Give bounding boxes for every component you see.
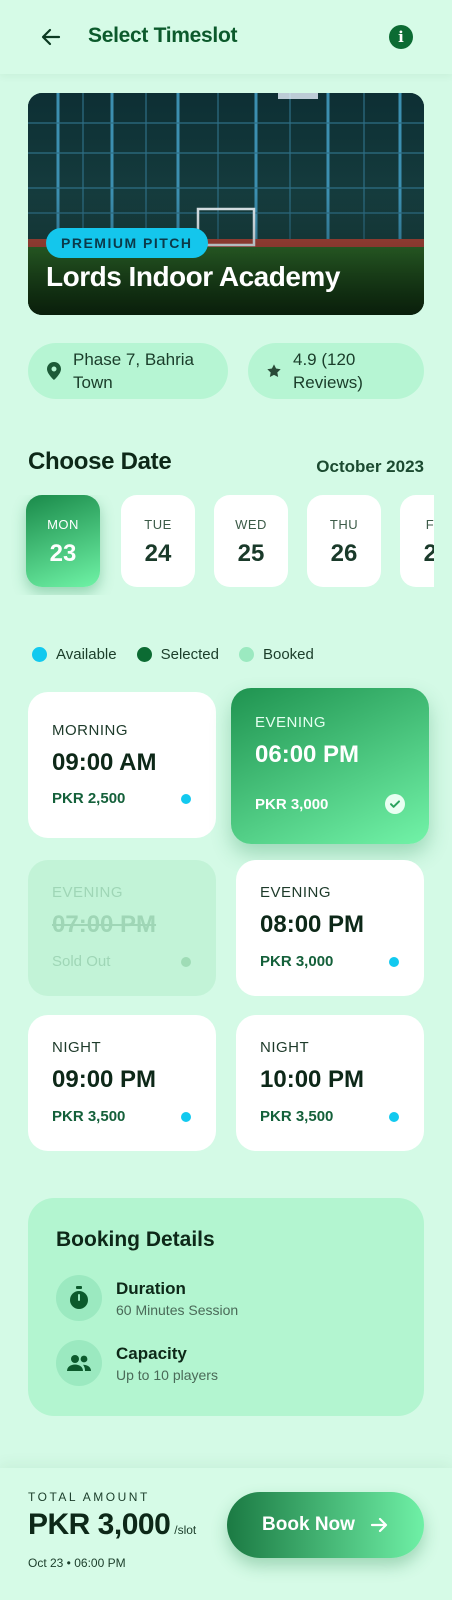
slot-period: MORNING <box>52 722 128 739</box>
total-amount-label: TOTAL AMOUNT <box>28 1490 150 1504</box>
available-dot <box>32 647 47 662</box>
booked-dot <box>238 647 254 662</box>
book-now-label: Book Now <box>262 1514 355 1535</box>
booked-dot <box>181 957 191 967</box>
timeslot-card[interactable]: NIGHT 09:00 PM PKR 3,500 <box>28 1015 216 1151</box>
date-item-wed[interactable]: WED 25 <box>214 495 288 587</box>
venue-name: Lords Indoor Academy <box>46 261 340 292</box>
date-day: TUE <box>144 517 172 532</box>
date-item-thu[interactable]: THU 26 <box>307 495 381 587</box>
amount-unit: /slot <box>174 1523 197 1537</box>
available-dot <box>181 794 191 804</box>
book-now-button[interactable]: Book Now <box>227 1492 424 1558</box>
amount-value: PKR 3,000 <box>28 1508 171 1541</box>
slot-time: 09:00 AM <box>52 749 157 776</box>
slot-period: EVENING <box>255 714 327 731</box>
timeslot-card[interactable]: EVENING 08:00 PM PKR 3,000 <box>236 860 424 996</box>
slot-price: PKR 3,000 <box>255 796 329 813</box>
availability-legend: Available Selected Booked <box>32 646 334 663</box>
booking-footer: TOTAL AMOUNT PKR 3,000/slot Oct 23 • 06:… <box>0 1468 452 1600</box>
slot-time: 10:00 PM <box>260 1066 365 1093</box>
date-selector: MON 23 TUE 24 WED 25 THU 26 FRI 27 <box>0 495 434 595</box>
info-icon[interactable]: i <box>389 25 413 49</box>
timeslot-card[interactable]: NIGHT 10:00 PM PKR 3,500 <box>236 1015 424 1151</box>
slot-period: EVENING <box>260 884 332 901</box>
page-title: Select Timeslot <box>88 24 238 47</box>
legend-available-label: Available <box>56 646 117 663</box>
slot-period: NIGHT <box>260 1039 310 1056</box>
date-number: 26 <box>330 540 358 567</box>
star-icon <box>264 361 284 381</box>
legend-selected-label: Selected <box>160 646 219 663</box>
date-number: 25 <box>237 540 265 567</box>
slot-time: 09:00 PM <box>52 1066 157 1093</box>
rating-chip[interactable]: 4.9 (120 Reviews) <box>248 343 424 399</box>
slot-period: EVENING <box>52 884 124 901</box>
timeslot-card[interactable]: MORNING 09:00 AM PKR 2,500 <box>28 692 216 838</box>
rating-text: 4.9 (120 Reviews) <box>293 350 363 392</box>
legend-selected: Selected <box>136 646 219 663</box>
booking-details-card: Booking Details Duration 60 Minutes Sess… <box>28 1198 424 1416</box>
date-number: 27 <box>423 540 434 567</box>
timeslot-card-selected[interactable]: EVENING 06:00 PM PKR 3,000 <box>231 688 429 844</box>
date-day: MON <box>47 517 79 532</box>
location-pin-icon <box>44 361 64 381</box>
legend-booked-label: Booked <box>262 646 314 663</box>
slot-price: PKR 3,000 <box>260 953 334 970</box>
slot-price: PKR 3,500 <box>260 1108 334 1125</box>
location-text: Phase 7, Bahria Town <box>73 350 194 392</box>
date-day: WED <box>235 517 267 532</box>
available-dot <box>181 1112 191 1122</box>
sold-out-label: Sold Out <box>52 953 111 970</box>
group-icon <box>56 1340 102 1386</box>
venue-hero-card: PREMIUM PITCH Lords Indoor Academy <box>28 93 424 315</box>
premium-badge: PREMIUM PITCH <box>46 228 208 258</box>
booking-summary: Oct 23 • 06:00 PM <box>28 1556 126 1570</box>
slot-price: PKR 2,500 <box>52 790 126 807</box>
available-dot <box>389 957 399 967</box>
app-header: Select Timeslot i <box>0 0 452 74</box>
capacity-row: Capacity Up to 10 players <box>56 1339 396 1387</box>
capacity-label: Capacity <box>116 1343 187 1363</box>
date-item-mon[interactable]: MON 23 <box>26 495 100 587</box>
total-amount: PKR 3,000/slot <box>28 1508 196 1542</box>
timeslot-card-booked: EVENING 07:00 PM Sold Out <box>28 860 216 996</box>
date-item-tue[interactable]: TUE 24 <box>121 495 195 587</box>
date-day: FRI <box>425 517 434 532</box>
date-number: 23 <box>49 540 77 567</box>
arrow-right-icon <box>369 1515 389 1535</box>
location-chip[interactable]: Phase 7, Bahria Town <box>28 343 228 399</box>
stopwatch-icon <box>56 1275 102 1321</box>
selected-dot <box>136 647 152 662</box>
duration-value: 60 Minutes Session <box>116 1301 239 1318</box>
slot-time: 06:00 PM <box>255 741 360 768</box>
legend-available: Available <box>32 646 117 663</box>
back-arrow-icon[interactable] <box>36 22 66 52</box>
legend-booked: Booked <box>238 646 314 663</box>
date-number: 24 <box>144 540 172 567</box>
month-label[interactable]: October 2023 <box>316 457 424 477</box>
slot-time: 08:00 PM <box>260 911 365 938</box>
check-icon <box>385 794 405 814</box>
slot-time: 07:00 PM <box>52 911 157 938</box>
slot-price: PKR 3,500 <box>52 1108 126 1125</box>
date-item-fri[interactable]: FRI 27 <box>400 495 434 587</box>
duration-row: Duration 60 Minutes Session <box>56 1274 396 1322</box>
capacity-value: Up to 10 players <box>116 1366 218 1383</box>
date-day: THU <box>329 517 359 532</box>
booking-details-heading: Booking Details <box>56 1228 215 1251</box>
available-dot <box>389 1112 399 1122</box>
duration-label: Duration <box>116 1278 186 1298</box>
slot-period: NIGHT <box>52 1039 102 1056</box>
choose-date-heading: Choose Date <box>28 448 172 475</box>
